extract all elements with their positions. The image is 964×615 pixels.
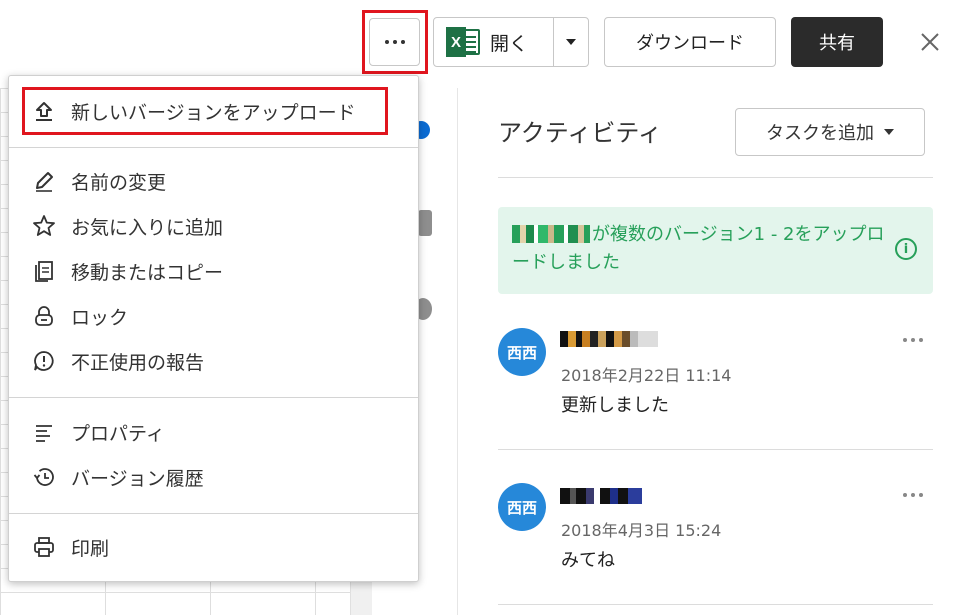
menu-item-highlight [22,87,388,135]
caret-down-icon [566,39,576,45]
open-button[interactable]: X 開く [434,18,554,66]
menu-item-print[interactable]: 印刷 [9,527,418,567]
add-task-button[interactable]: タスクを追加 [735,108,925,156]
add-task-label: タスクを追加 [766,123,874,144]
menu-item-label: 名前の変更 [71,171,167,194]
copy-icon [31,258,57,284]
pencil-icon [31,168,57,194]
menu-divider [9,513,418,514]
menu-item-properties[interactable]: プロパティ [9,412,418,452]
menu-item-version-history[interactable]: バージョン履歴 [9,457,418,497]
share-button[interactable]: 共有 [791,17,883,67]
activity-divider [498,604,933,605]
menu-item-label: お気に入りに追加 [71,216,224,239]
more-horizontal-icon [384,40,405,44]
menu-item-rename[interactable]: 名前の変更 [9,161,418,201]
activity-comment: 更新しました [561,395,669,416]
menu-item-label: プロパティ [71,422,165,445]
redacted-user-name [560,331,658,347]
open-label: 開く [490,32,529,55]
avatar: 西西 [498,483,546,531]
close-icon [921,33,939,51]
report-icon [31,348,57,374]
caret-down-icon [884,129,894,135]
open-button-group: X 開く [433,17,589,67]
more-horizontal-icon[interactable] [903,338,923,342]
info-icon[interactable]: i [895,238,917,260]
activity-timestamp: 2018年4月3日 15:24 [561,521,722,540]
menu-item-label: 印刷 [71,537,110,560]
activity-title: アクティビティ [498,119,662,147]
close-button[interactable] [914,26,946,58]
menu-item-label: 移動またはコピー [71,261,224,284]
menu-item-label: ロック [71,306,129,329]
printer-icon [31,534,57,560]
menu-item-move-copy[interactable]: 移動またはコピー [9,251,418,291]
star-icon [31,213,57,239]
redacted-user-name [560,488,642,504]
menu-divider [9,147,418,148]
download-button[interactable]: ダウンロード [604,17,776,67]
lock-icon [31,303,57,329]
version-upload-notice: が複数のバージョン1 - 2をアップロードしました i [498,207,933,294]
details-rail-icon[interactable] [418,210,432,236]
menu-item-add-favorite[interactable]: お気に入りに追加 [9,206,418,246]
more-options-button[interactable] [369,18,420,66]
activity-timestamp: 2018年2月22日 11:14 [561,366,732,385]
menu-item-label: 不正使用の報告 [71,351,205,374]
properties-icon [31,419,57,445]
activity-divider [498,449,933,450]
open-dropdown-button[interactable] [554,18,588,66]
activity-comment: みてね [561,550,615,571]
more-options-menu: 新しいバージョンをアップロード 名前の変更 お気に入りに追加 移動またはコピー … [8,75,419,582]
avatar: 西西 [498,328,546,376]
menu-item-label: バージョン履歴 [71,467,204,490]
menu-divider [9,397,418,398]
menu-item-lock[interactable]: ロック [9,296,418,336]
excel-icon: X [446,27,480,57]
redacted-user-name [512,225,590,243]
history-icon [31,464,57,490]
sidebar-divider [498,177,933,178]
more-horizontal-icon[interactable] [903,493,923,497]
menu-item-report-abuse[interactable]: 不正使用の報告 [9,341,418,381]
